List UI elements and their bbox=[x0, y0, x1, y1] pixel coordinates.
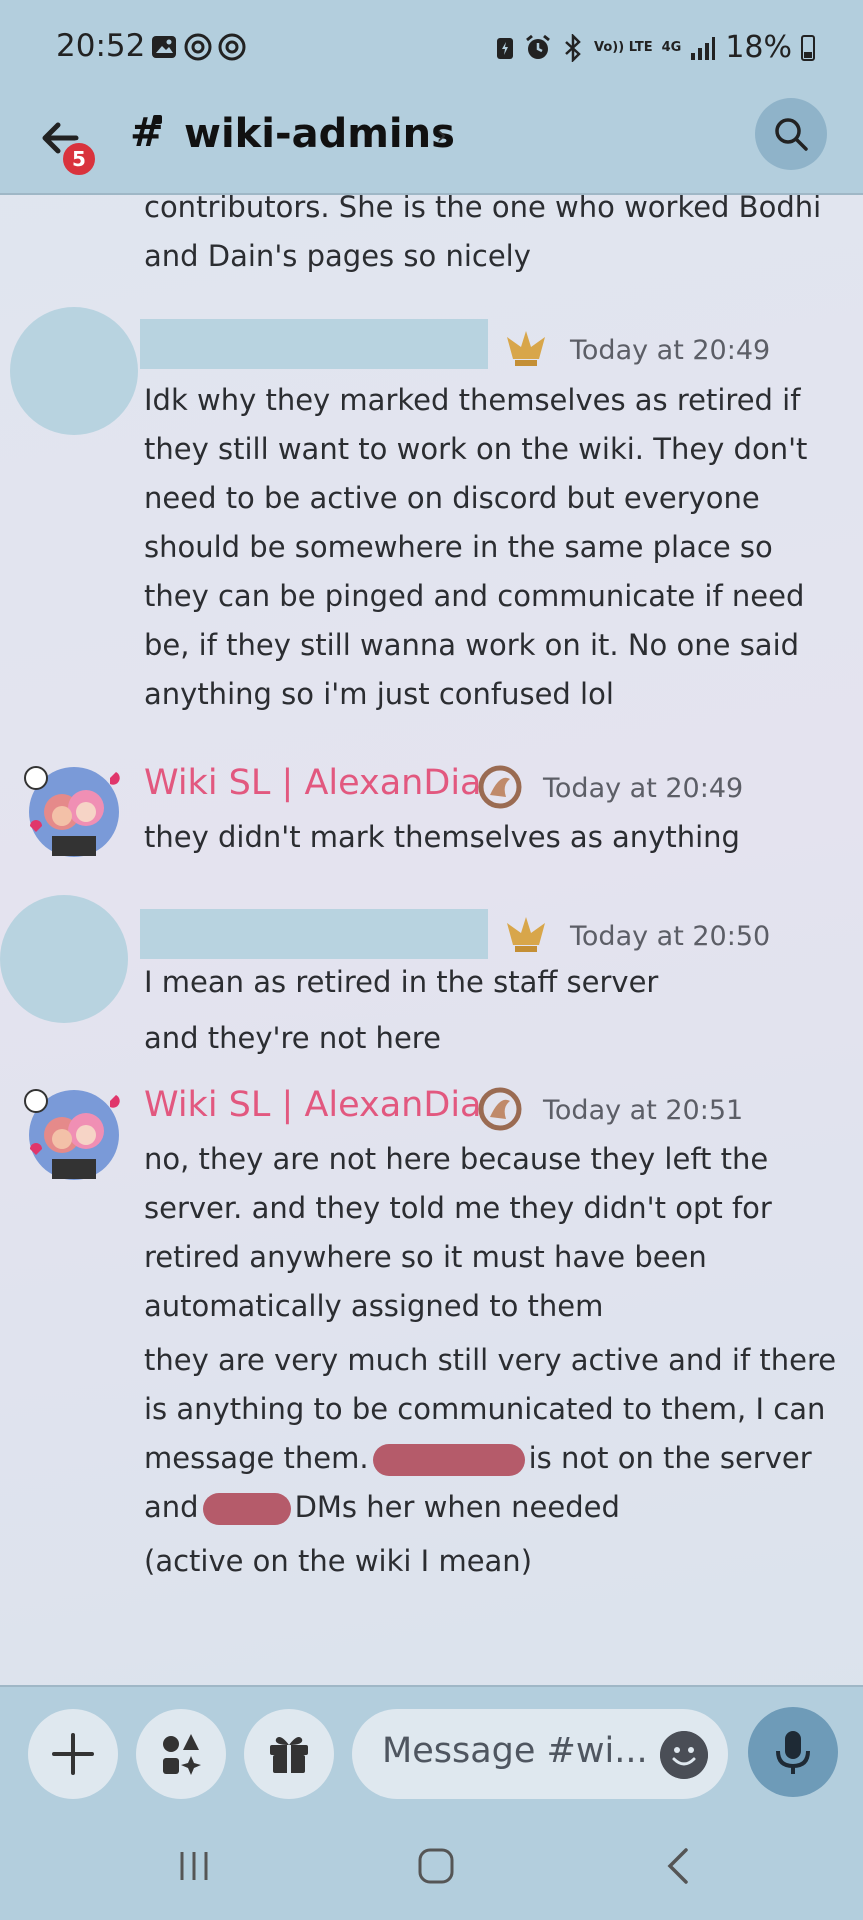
message-line: they can be pinged and communicate if ne… bbox=[144, 579, 805, 613]
add-attachment-button[interactable] bbox=[28, 1709, 118, 1799]
message-continuation: contributors. She is the one who worked … bbox=[144, 195, 844, 281]
system-icons: Vo)) LTE 4G 18% bbox=[495, 30, 815, 65]
alarm-icon bbox=[526, 34, 550, 59]
gold-crest-icon bbox=[507, 331, 545, 366]
message-line: message them. is not on the server bbox=[144, 1434, 844, 1483]
message-line: no, they are not here because they left … bbox=[144, 1142, 769, 1176]
message-input-placeholder: Message #wi... bbox=[382, 1731, 648, 1771]
username-alexandia[interactable]: Wiki SL | AlexanDia bbox=[144, 763, 482, 803]
message-line: they still want to work on the wiki. The… bbox=[144, 432, 808, 466]
message-line: and they're not here bbox=[144, 1021, 441, 1055]
message-list[interactable]: contributors. She is the one who worked … bbox=[0, 195, 863, 1685]
message-line: need to be active on discord but everyon… bbox=[144, 481, 760, 515]
message-timestamp: Today at 20:49 bbox=[570, 335, 771, 366]
battery-percent: 18% bbox=[725, 30, 792, 65]
message-followup: and they're not here bbox=[144, 1014, 844, 1063]
image-icon bbox=[152, 36, 176, 58]
message-followup: they are very much still very active and… bbox=[144, 1336, 844, 1532]
message-line: and Dain's pages so nicely bbox=[144, 239, 531, 273]
message-line: be, if they still wanna work on it. No o… bbox=[144, 628, 800, 662]
battery-saver-icon bbox=[497, 37, 514, 59]
plus-icon bbox=[52, 1733, 94, 1775]
status-time: 20:52 bbox=[56, 28, 146, 64]
notification-icons bbox=[150, 33, 246, 61]
message-input[interactable]: Message #wi... bbox=[352, 1709, 728, 1799]
username-redacted[interactable] bbox=[140, 909, 488, 959]
lock-icon bbox=[153, 115, 162, 124]
message-line: is anything to be communicated to them, … bbox=[144, 1392, 826, 1426]
search-button[interactable] bbox=[755, 98, 827, 170]
threads-icon bbox=[184, 33, 212, 61]
message-text: and bbox=[144, 1490, 199, 1524]
apps-icon bbox=[163, 1734, 201, 1775]
message-body: they didn't mark themselves as anything bbox=[144, 813, 844, 862]
username-alexandia[interactable]: Wiki SL | AlexanDia bbox=[144, 1085, 482, 1125]
nav-back-button[interactable] bbox=[648, 1842, 708, 1890]
gift-button[interactable] bbox=[244, 1709, 334, 1799]
search-icon bbox=[775, 118, 808, 151]
message-text: is not on the server bbox=[528, 1441, 812, 1475]
message-line: anything so i'm just confused lol bbox=[144, 677, 614, 711]
microphone-icon bbox=[776, 1731, 810, 1774]
message-timestamp: Today at 20:51 bbox=[543, 1095, 744, 1126]
message-line: I mean as retired in the staff server bbox=[144, 965, 659, 999]
signal-icon bbox=[691, 36, 716, 60]
volte-icon: Vo)) LTE bbox=[594, 39, 653, 55]
apps-button[interactable] bbox=[136, 1709, 226, 1799]
recents-button[interactable] bbox=[164, 1842, 224, 1890]
message-followup: (active on the wiki I mean) bbox=[144, 1537, 844, 1586]
message-composer: Message #wi... bbox=[0, 1685, 863, 1812]
channel-header: 5 # wiki-admins › bbox=[0, 95, 863, 195]
dragon-icon bbox=[478, 765, 522, 809]
message-body: no, they are not here because they left … bbox=[144, 1135, 844, 1331]
back-chevron-icon bbox=[667, 1848, 688, 1884]
message-body: I mean as retired in the staff server bbox=[144, 958, 844, 1007]
emoji-icon[interactable] bbox=[660, 1731, 708, 1779]
username-redacted[interactable] bbox=[140, 319, 488, 369]
status-bar: 20:52 Vo)) LTE 4G 18% bbox=[0, 0, 863, 95]
recents-icon bbox=[180, 1852, 208, 1880]
message-timestamp: Today at 20:50 bbox=[570, 921, 771, 952]
message-line: Idk why they marked themselves as retire… bbox=[144, 383, 801, 417]
message-line: server. and they told me they didn't opt… bbox=[144, 1191, 772, 1225]
redacted-mention bbox=[202, 1493, 291, 1525]
message-line: and DMs her when needed bbox=[144, 1483, 844, 1532]
bluetooth-icon bbox=[565, 33, 581, 62]
message-body: Idk why they marked themselves as retire… bbox=[144, 376, 844, 719]
message-line: they are very much still very active and… bbox=[144, 1343, 837, 1377]
4g-icon: 4G bbox=[661, 39, 682, 55]
message-line: should be somewhere in the same place so bbox=[144, 530, 773, 564]
avatar-redacted[interactable] bbox=[0, 895, 128, 1023]
message-line: contributors. She is the one who worked … bbox=[144, 195, 822, 224]
unread-badge: 5 bbox=[60, 140, 98, 178]
battery-icon bbox=[801, 34, 815, 61]
message-timestamp: Today at 20:49 bbox=[543, 773, 744, 804]
avatar-alexandia[interactable] bbox=[22, 760, 122, 860]
gift-icon bbox=[270, 1737, 308, 1773]
message-line: (active on the wiki I mean) bbox=[144, 1544, 533, 1578]
home-icon bbox=[418, 1848, 454, 1884]
voice-message-button[interactable] bbox=[748, 1707, 838, 1797]
chevron-right-icon[interactable]: › bbox=[436, 118, 447, 151]
home-button[interactable] bbox=[406, 1842, 466, 1890]
gold-crest-icon bbox=[507, 917, 545, 952]
redacted-mention bbox=[372, 1444, 525, 1476]
message-line: retired anywhere so it must have been bbox=[144, 1240, 707, 1274]
message-line: they didn't mark themselves as anything bbox=[144, 820, 740, 854]
threads-icon bbox=[218, 33, 246, 61]
message-text: DMs her when needed bbox=[294, 1490, 620, 1524]
channel-name[interactable]: wiki-admins bbox=[184, 111, 455, 157]
avatar-alexandia[interactable] bbox=[22, 1083, 122, 1183]
message-line: automatically assigned to them bbox=[144, 1289, 604, 1323]
dragon-icon bbox=[478, 1087, 522, 1131]
avatar-redacted[interactable] bbox=[10, 307, 138, 435]
message-text: message them. bbox=[144, 1441, 369, 1475]
system-nav-bar bbox=[0, 1812, 863, 1920]
